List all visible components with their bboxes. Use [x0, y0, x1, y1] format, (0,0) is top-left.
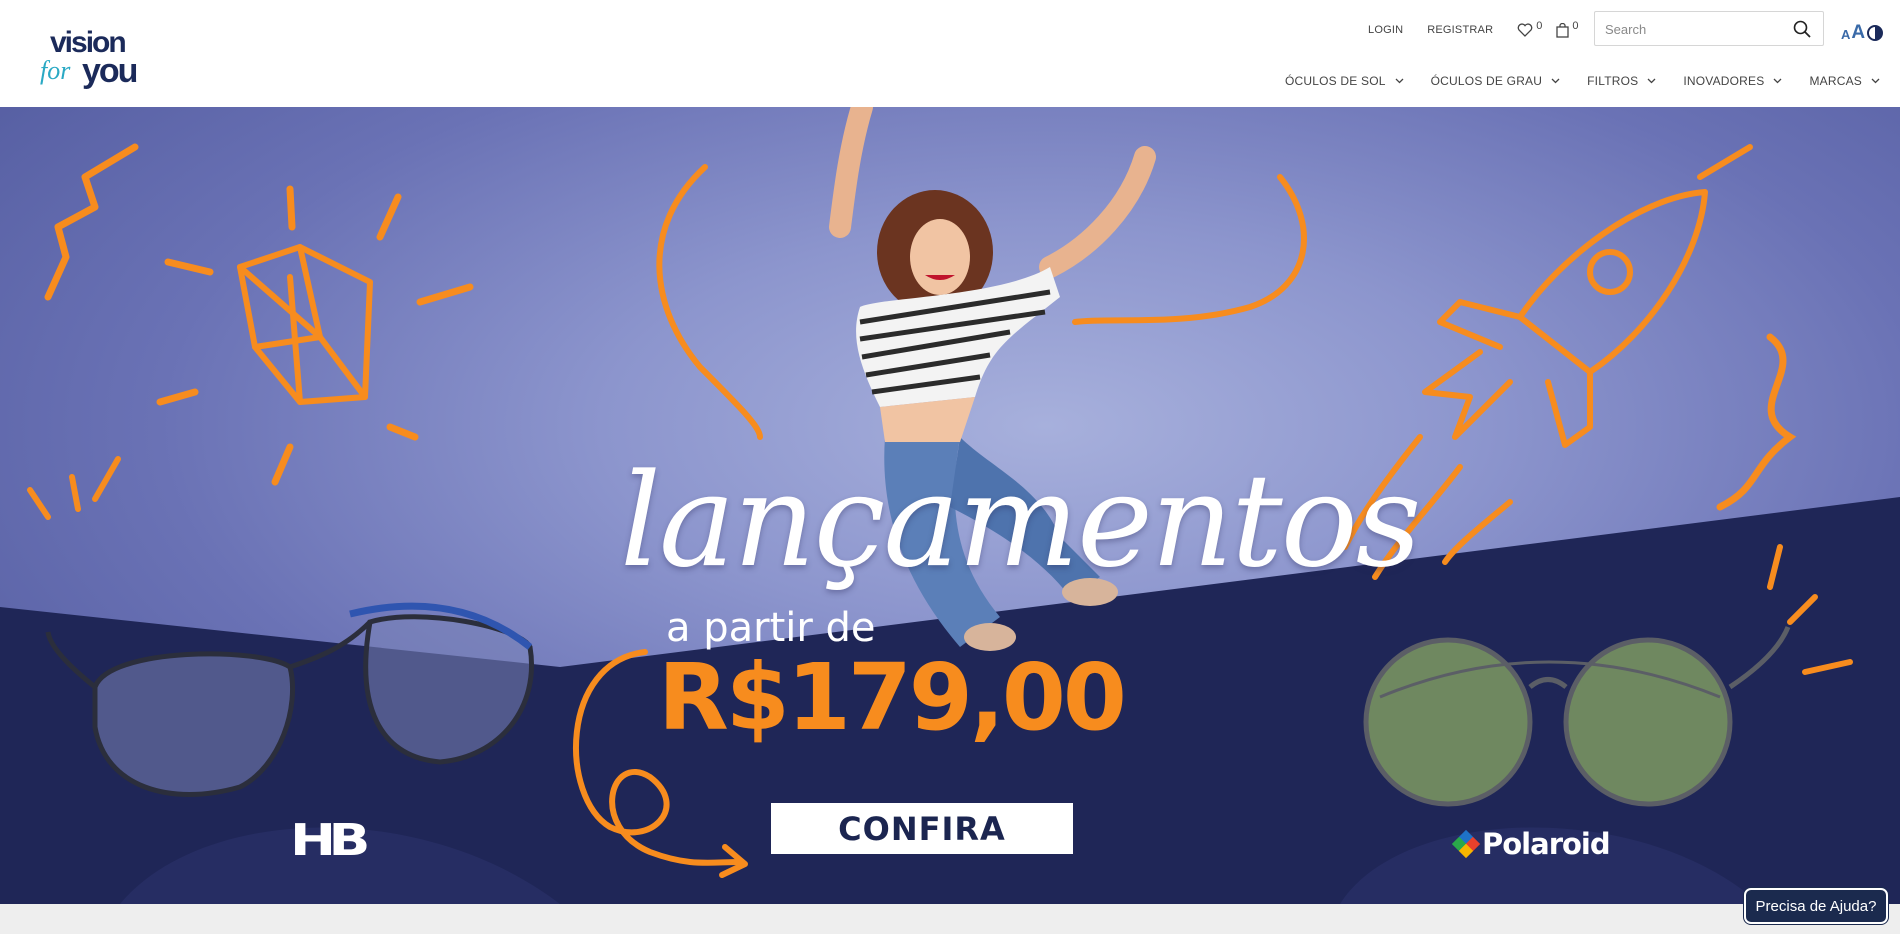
brand-logo-hb: HB — [290, 815, 371, 866]
nav-item-oculos-de-grau[interactable]: ÓCULOS DE GRAU — [1431, 74, 1561, 88]
login-link[interactable]: LOGIN — [1368, 24, 1403, 36]
brand-name-polaroid: Polaroid — [1482, 827, 1611, 861]
content-below-banner — [0, 904, 1900, 934]
chevron-down-icon — [1871, 78, 1880, 84]
main-nav: ÓCULOS DE SOL ÓCULOS DE GRAU FILTROS INO… — [1285, 74, 1880, 88]
page-content[interactable]: vision for you LOGIN REGISTRAR 0 0 Searc… — [0, 0, 1900, 934]
nav-item-inovadores[interactable]: INOVADORES — [1683, 74, 1782, 88]
wishlist-link[interactable]: 0 — [1517, 20, 1543, 37]
nav-item-label: ÓCULOS DE GRAU — [1430, 74, 1543, 88]
nav-item-oculos-de-sol[interactable]: ÓCULOS DE SOL — [1285, 74, 1404, 88]
nav-item-marcas[interactable]: MARCAS — [1809, 74, 1880, 88]
chevron-down-icon — [1647, 78, 1656, 84]
search-icon[interactable] — [1793, 20, 1811, 38]
top-links: LOGIN REGISTRAR 0 0 — [1368, 20, 1592, 40]
font-increase-button[interactable]: A — [1851, 23, 1865, 42]
register-link[interactable]: REGISTRAR — [1427, 24, 1493, 36]
wishlist-count: 0 — [1536, 20, 1543, 32]
hero-price: R$179,00 — [658, 644, 1127, 751]
confira-button[interactable]: CONFIRA — [771, 803, 1073, 854]
search-input[interactable] — [1605, 19, 1785, 39]
site-logo[interactable]: vision for you — [38, 26, 148, 96]
cart-count: 0 — [1572, 20, 1579, 32]
contrast-icon[interactable] — [1867, 25, 1884, 41]
page: vision for you LOGIN REGISTRAR 0 0 Searc… — [0, 0, 1900, 934]
chevron-down-icon — [1395, 78, 1404, 84]
hero-title: lançamentos — [620, 447, 1421, 596]
nav-item-filtros[interactable]: FILTROS — [1587, 74, 1656, 88]
accessibility-controls: A A — [1841, 23, 1884, 42]
search-box — [1594, 11, 1824, 46]
nav-item-label: FILTROS — [1587, 74, 1639, 88]
polaroid-logo-icon — [1451, 829, 1481, 859]
font-decrease-button[interactable]: A — [1841, 27, 1850, 42]
chevron-down-icon — [1551, 78, 1560, 84]
brand-logo-polaroid: Polaroid — [1451, 827, 1611, 861]
diamond-doodle — [237, 244, 373, 405]
logo-text-for: for — [40, 56, 71, 85]
logo-text-you: you — [82, 52, 138, 90]
hero-banner[interactable]: lançamentos a partir de R$179,00 CONFIRA… — [0, 107, 1900, 904]
nav-item-label: ÓCULOS DE SOL — [1285, 74, 1386, 88]
help-chat-button[interactable]: Precisa de Ajuda? — [1744, 888, 1888, 924]
chevron-down-icon — [1773, 78, 1782, 84]
cart-link[interactable]: 0 — [1556, 20, 1579, 38]
heart-icon — [1517, 23, 1533, 37]
site-header: vision for you LOGIN REGISTRAR 0 0 Searc… — [0, 0, 1900, 107]
shopping-bag-icon — [1556, 22, 1569, 38]
nav-item-label: MARCAS — [1809, 74, 1862, 88]
nav-item-label: INOVADORES — [1683, 74, 1765, 88]
